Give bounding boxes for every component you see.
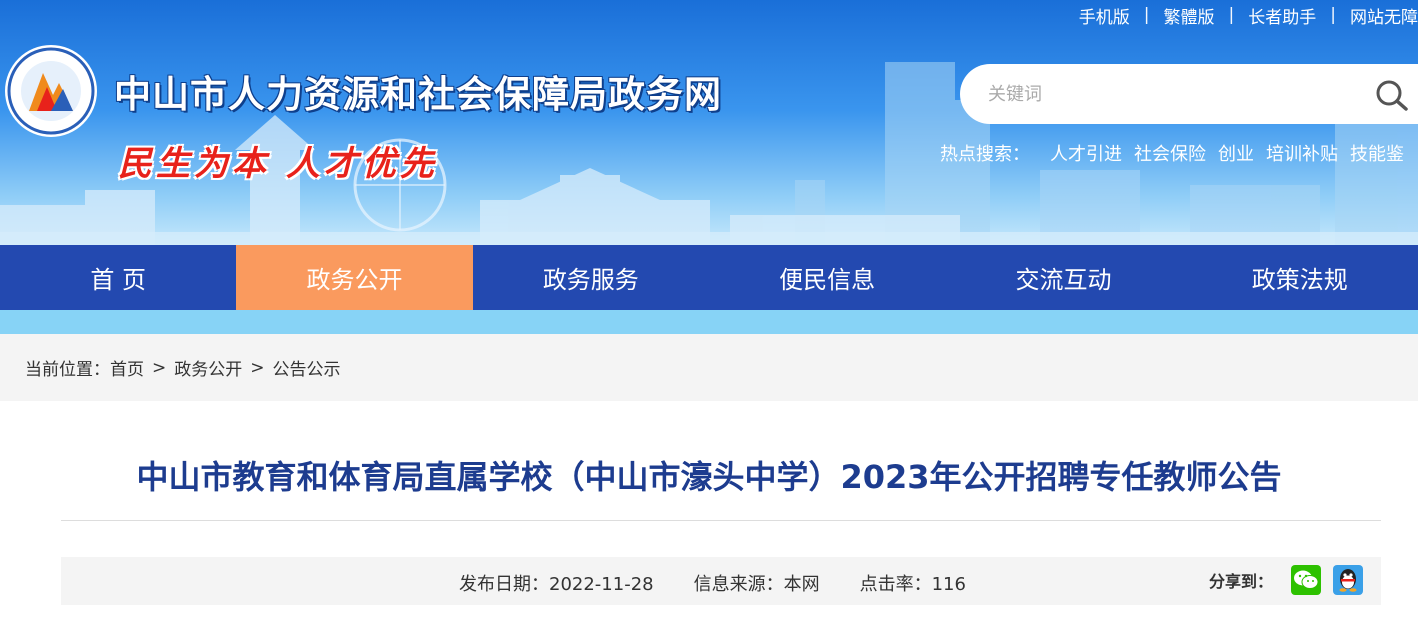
- info-source: 信息来源：本网: [694, 570, 820, 596]
- publish-date-value: 2022-11-28: [549, 574, 654, 595]
- click-count: 点击率：116: [860, 570, 966, 596]
- article-meta-bar: 发布日期：2022-11-28 信息来源：本网 点击率：116 分享到：: [61, 557, 1381, 605]
- bureau-emblem-icon[interactable]: [3, 43, 99, 139]
- search-icon[interactable]: [1374, 78, 1410, 112]
- breadcrumb-label: 当前位置：: [25, 360, 110, 380]
- click-count-value: 116: [931, 574, 966, 595]
- site-title: 中山市人力资源和社会保障局政务网: [114, 73, 722, 116]
- top-link-separator: |: [1228, 5, 1235, 25]
- top-utility-links: 手机版 | 繁體版 | 长者助手 | 网站无障: [1079, 2, 1418, 28]
- publish-date-label: 发布日期：: [459, 574, 549, 595]
- breadcrumb-announcements[interactable]: 公告公示: [273, 355, 341, 380]
- article-meta: 发布日期：2022-11-28 信息来源：本网 点击率：116: [459, 570, 966, 596]
- hot-search-label: 热点搜索：: [940, 144, 1030, 165]
- title-divider: [61, 520, 1381, 521]
- search-box: [960, 64, 1418, 124]
- hot-search-item[interactable]: 社会保险: [1134, 140, 1206, 166]
- info-source-label: 信息来源：: [693, 574, 784, 595]
- nav-item-home[interactable]: 首 页: [0, 245, 236, 310]
- breadcrumb-separator: >: [250, 357, 265, 378]
- top-link-separator: |: [1330, 5, 1336, 25]
- top-link-accessibility[interactable]: 网站无障: [1350, 3, 1418, 28]
- share-bar: 分享到：: [1209, 565, 1364, 595]
- wechat-icon[interactable]: [1291, 565, 1322, 595]
- hot-search-item[interactable]: 创业: [1218, 140, 1254, 166]
- breadcrumb-separator: >: [152, 357, 167, 378]
- top-link-mobile[interactable]: 手机版: [1079, 3, 1130, 28]
- nav-item-policies[interactable]: 政策法规: [1182, 245, 1418, 310]
- share-label: 分享到：: [1209, 572, 1274, 591]
- top-link-separator: |: [1143, 5, 1150, 25]
- hot-search-item[interactable]: 人才引进: [1050, 140, 1122, 166]
- qq-icon[interactable]: [1333, 565, 1364, 595]
- search-input[interactable]: [988, 78, 1348, 110]
- breadcrumb: 当前位置： 首页 > 政务公开 > 公告公示: [0, 334, 1418, 401]
- click-count-label: 点击率：: [859, 574, 932, 595]
- info-source-value: 本网: [783, 574, 820, 595]
- top-link-traditional-chinese[interactable]: 繁體版: [1164, 3, 1215, 28]
- header-banner: 手机版 | 繁體版 | 长者助手 | 网站无障 中山市人力资源和社会保障局政务网…: [0, 0, 1418, 245]
- hot-search-item[interactable]: 培训补贴: [1266, 140, 1338, 166]
- nav-item-interaction[interactable]: 交流互动: [945, 245, 1181, 310]
- main-nav: 首 页 政务公开 政务服务 便民信息 交流互动 政策法规: [0, 245, 1418, 310]
- nav-item-government-affairs-open[interactable]: 政务公开: [236, 245, 473, 310]
- breadcrumb-home[interactable]: 首页: [110, 355, 144, 380]
- article-title: 中山市教育和体育局直属学校（中山市濠头中学）2023年公开招聘专任教师公告: [136, 458, 1282, 496]
- nav-accent-strip: [0, 310, 1418, 334]
- site-slogan: 民生为本 人才优先: [118, 144, 438, 184]
- nav-item-public-info[interactable]: 便民信息: [709, 245, 945, 310]
- nav-item-government-services[interactable]: 政务服务: [473, 245, 709, 310]
- publish-date: 发布日期：2022-11-28: [459, 570, 654, 596]
- hot-search: 热点搜索： 人才引进 社会保险 创业 培训补贴 技能鉴: [940, 140, 1404, 166]
- hot-search-item[interactable]: 技能鉴: [1350, 140, 1404, 166]
- breadcrumb-government-affairs-open[interactable]: 政务公开: [174, 355, 242, 380]
- top-link-elderly-assistant[interactable]: 长者助手: [1248, 3, 1316, 28]
